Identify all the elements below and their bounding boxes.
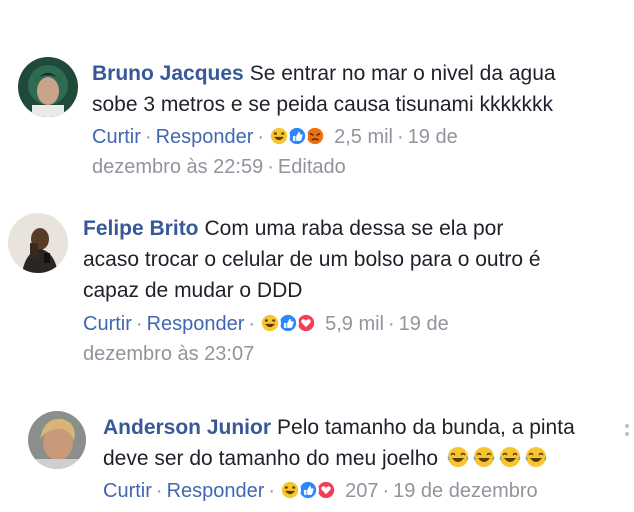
comment-meta: Curtir · Responder · 207 · 19 de dezembro <box>103 476 628 506</box>
timestamp[interactable]: dezembro às 23:07 <box>83 343 254 365</box>
timestamp[interactable]: 19 de <box>408 126 458 148</box>
like-link[interactable]: Curtir <box>103 480 152 502</box>
edited-label[interactable]: Editado <box>278 156 346 178</box>
reactions-summary[interactable] <box>259 312 321 334</box>
comment-author[interactable]: Bruno Jacques <box>92 62 244 85</box>
reactions-summary[interactable] <box>279 479 341 501</box>
comment-text: capaz de mudar o DDD <box>83 279 303 302</box>
reply-link[interactable]: Responder <box>156 126 254 148</box>
reaction-count[interactable]: 207 <box>345 480 378 502</box>
separator: · <box>135 313 143 335</box>
comment-author[interactable]: Anderson Junior <box>103 416 271 439</box>
separator: · <box>248 313 256 335</box>
separator: · <box>382 480 390 502</box>
separator: · <box>396 126 404 148</box>
haha-reaction-icon <box>279 479 302 501</box>
reply-link[interactable]: Responder <box>167 480 265 502</box>
like-link[interactable]: Curtir <box>92 126 141 148</box>
tears-of-joy-emoji-icon <box>524 445 548 469</box>
timestamp[interactable]: 19 de dezembro <box>393 480 538 502</box>
comment-meta: Curtir · Responder · 2,5 mil · 19 de <box>92 122 632 152</box>
comment-text: Pelo tamanho da bunda, a pinta <box>277 416 575 439</box>
haha-reaction-icon <box>268 125 291 147</box>
like-link[interactable]: Curtir <box>83 313 132 335</box>
separator: · <box>268 480 276 502</box>
tears-of-joy-emoji-icon <box>472 445 496 469</box>
comment-meta-line2: dezembro às 23:07 <box>83 339 628 369</box>
reaction-count[interactable]: 5,9 mil <box>325 313 384 335</box>
comment-meta: Curtir · Responder · 5,9 mil · 19 de <box>83 309 628 339</box>
comment-text: deve ser do tamanho do meu joelho <box>103 447 439 470</box>
timestamp[interactable]: dezembro às 22:59 <box>92 156 263 178</box>
separator: · <box>155 480 163 502</box>
separator: · <box>257 126 265 148</box>
reactions-summary[interactable] <box>268 125 330 147</box>
avatar[interactable] <box>18 57 78 117</box>
comment-text: acaso trocar o celular de um bolso para … <box>83 248 541 271</box>
avatar[interactable] <box>8 213 68 273</box>
separator: · <box>144 126 152 148</box>
comment-text: Se entrar no mar o nivel da agua <box>249 62 556 85</box>
tears-of-joy-emoji-icon <box>498 445 522 469</box>
tears-of-joy-emoji-icon <box>446 445 470 469</box>
separator: · <box>267 156 274 178</box>
separator: · <box>387 313 395 335</box>
comment-text: Com uma raba dessa se ela por <box>204 217 504 240</box>
comment-meta-line2: dezembro às 22:59 · Editado <box>92 152 632 182</box>
timestamp[interactable]: 19 de <box>399 313 449 335</box>
more-options-icon[interactable] <box>622 420 632 460</box>
reply-link[interactable]: Responder <box>147 313 245 335</box>
avatar[interactable] <box>28 411 86 469</box>
reaction-count[interactable]: 2,5 mil <box>334 126 393 148</box>
comment-text: sobe 3 metros e se peida causa tisunami … <box>92 93 554 116</box>
comment-author[interactable]: Felipe Brito <box>83 217 199 240</box>
haha-reaction-icon <box>259 312 282 334</box>
